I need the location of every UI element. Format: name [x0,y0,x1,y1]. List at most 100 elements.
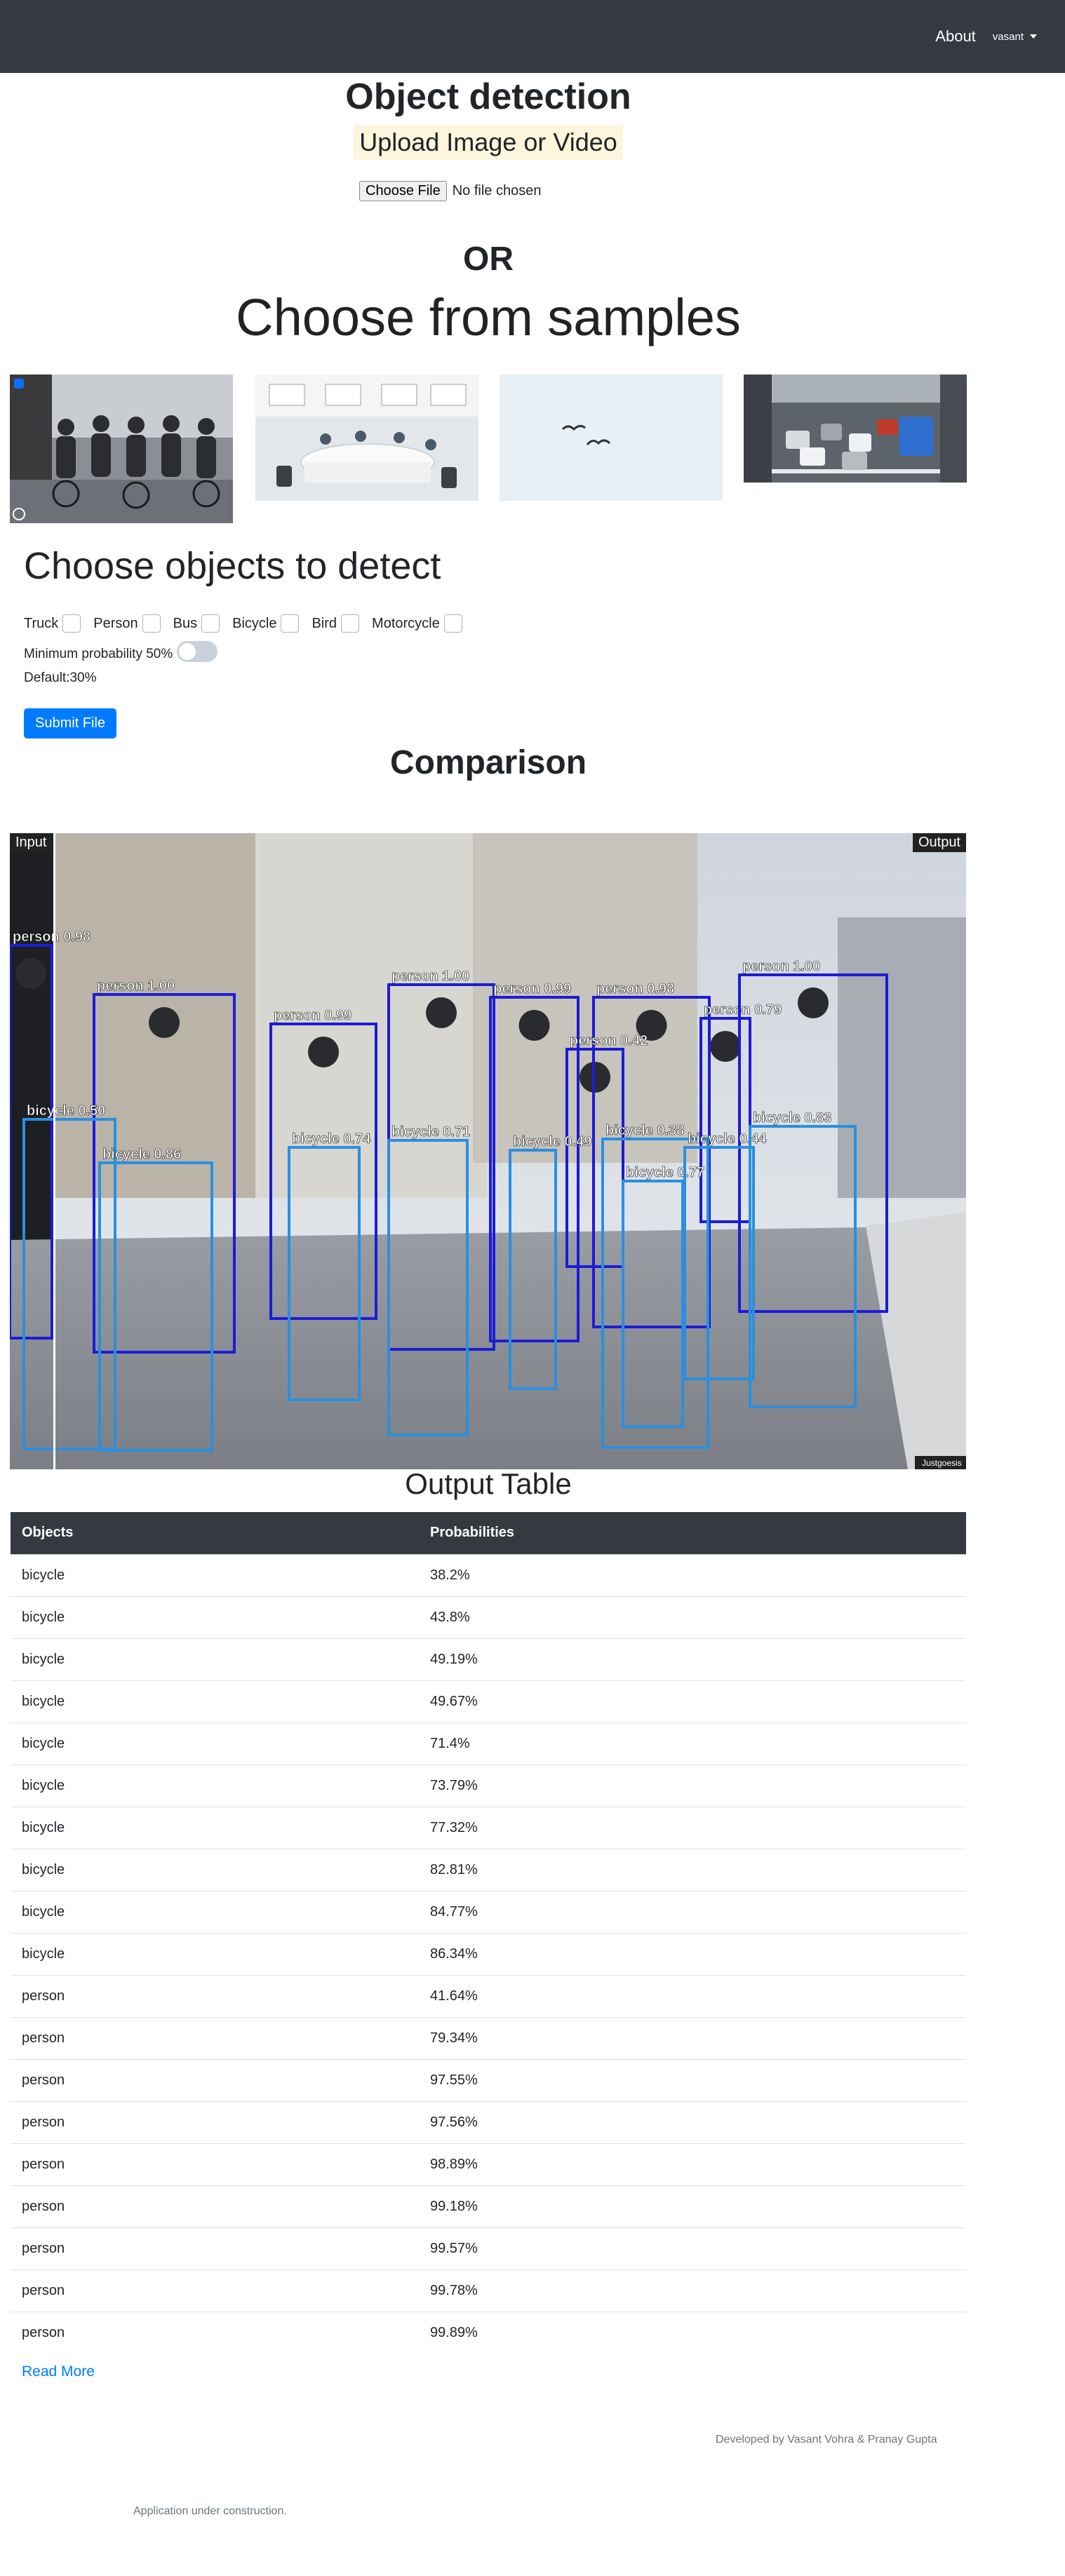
bicycle-checkbox[interactable] [281,614,300,633]
object-checkboxes: Truck Person Bus Bicycle Bird Motorcycle [24,614,475,633]
sample-cyclists[interactable] [10,375,233,523]
object-option-bus[interactable]: Bus [173,614,220,633]
detection-output-image: person 0.98 person 1.00 person 0.99 person … [10,833,966,1469]
object-option-label: Bird [312,615,337,631]
detection-label: bicycle 0.44 [688,1131,767,1147]
table-row: bicycle 84.77% [11,1890,966,1933]
bus-checkbox[interactable] [201,614,220,633]
detection-label: bicycle 0.86 [102,1147,181,1162]
upload-label: Upload Image or Video [354,125,623,160]
object-cell: bicycle [11,1638,419,1680]
column-header-probabilities: Probabilities [419,1512,966,1554]
output-tag: Output [912,833,966,852]
object-cell: person [11,2227,419,2270]
object-option-motorcycle[interactable]: Motorcycle [372,614,462,633]
person-figure [710,1031,741,1062]
probability-cell: 99.18% [419,2185,966,2227]
motorcycle-checkbox[interactable] [443,614,462,633]
object-option-truck[interactable]: Truck [24,614,81,633]
detection-label: bicycle 0.74 [292,1131,371,1147]
table-row: person 99.18% [11,2185,966,2227]
user-dropdown[interactable]: vasant [993,31,1037,43]
or-divider: OR [463,241,514,278]
comparison-slider[interactable]: person 0.98 person 1.00 person 0.99 person … [10,833,966,1469]
person-figure [149,1007,180,1038]
object-cell: bicycle [11,1722,419,1765]
probability-cell: 99.57% [419,2227,966,2270]
object-cell: person [11,2058,419,2101]
object-option-label: Person [93,615,138,631]
object-option-label: Bicycle [232,615,277,631]
table-header-row: Objects Probabilities [11,1512,966,1554]
sample-traffic[interactable] [744,375,967,483]
person-figure [308,1037,339,1067]
detection-label: bicycle 0.49 [513,1134,591,1149]
object-cell: person [11,2269,419,2312]
choose-file-button[interactable]: Choose File [359,181,447,201]
object-option-label: Motorcycle [372,615,440,631]
detection-label: person 1.00 [391,969,469,984]
min-probability-row: Minimum probability 50% [24,641,218,665]
default-probability: Default:30% [24,670,97,685]
object-option-bird[interactable]: Bird [312,614,360,633]
object-option-person[interactable]: Person [93,614,161,633]
output-table-heading: Output Table [405,1467,572,1500]
column-header-objects: Objects [11,1512,419,1554]
person-figure [426,997,457,1028]
table-row: person 79.34% [11,2016,966,2059]
min-probability-label: Minimum probability 50% [24,647,173,661]
object-cell: person [11,2185,419,2227]
object-cell: bicycle [11,1932,419,1975]
table-row: person 99.78% [11,2269,966,2312]
detection-label: person 1.00 [742,959,820,974]
toggle-knob [179,643,196,660]
detection-label: person 1.00 [97,978,175,994]
table-row: bicycle 49.19% [11,1638,966,1680]
probability-cell: 77.32% [419,1806,966,1849]
probability-cell: 84.77% [419,1890,966,1933]
object-option-bicycle[interactable]: Bicycle [232,614,300,633]
radio-icon [13,508,25,520]
detection-label: bicycle 0.38 [605,1123,684,1138]
probability-cell: 43.8% [419,1596,966,1638]
table-row: bicycle 86.34% [11,1932,966,1975]
probability-cell: 79.34% [419,2016,966,2059]
nav-about-link[interactable]: About [935,27,976,46]
table-row: bicycle 43.8% [11,1596,966,1638]
object-cell: bicycle [11,1890,419,1933]
navbar: About vasant [0,0,1065,73]
person-figure [798,987,829,1018]
table-row: person 98.89% [11,2143,966,2185]
person-figure [518,1010,550,1041]
object-cell: person [11,2016,419,2059]
sample-birds[interactable] [500,375,723,501]
construction-note: Application under construction. [133,2505,287,2517]
person-figure [15,958,46,989]
object-cell: bicycle [11,1806,419,1849]
table-row: person 41.64% [11,1974,966,2017]
object-option-label: Bus [173,615,198,631]
table-row: person 99.89% [11,2311,966,2354]
probability-cell: 98.89% [419,2143,966,2185]
person-checkbox[interactable] [142,614,161,633]
traffic-thumbnail [744,375,967,483]
probability-cell: 38.2% [419,1553,966,1596]
object-cell: person [11,1974,419,2017]
object-option-label: Truck [24,615,59,631]
sample-office[interactable] [255,375,478,501]
file-status: No file chosen [452,183,542,198]
min-probability-toggle[interactable] [177,641,218,662]
submit-file-button[interactable]: Submit File [24,708,117,739]
object-cell: bicycle [11,1680,419,1722]
comparison-handle[interactable] [53,833,55,1469]
table-row: person 97.55% [11,2058,966,2101]
cyclists-thumbnail [10,375,233,523]
samples-heading: Choose from samples [236,288,741,346]
object-cell: person [11,2100,419,2143]
table-row: bicycle 49.67% [11,1680,966,1722]
office-thumbnail [255,375,478,501]
selected-check-icon [14,379,24,389]
bird-checkbox[interactable] [341,614,360,633]
read-more-link[interactable]: Read More [22,2363,95,2380]
truck-checkbox[interactable] [62,614,81,633]
